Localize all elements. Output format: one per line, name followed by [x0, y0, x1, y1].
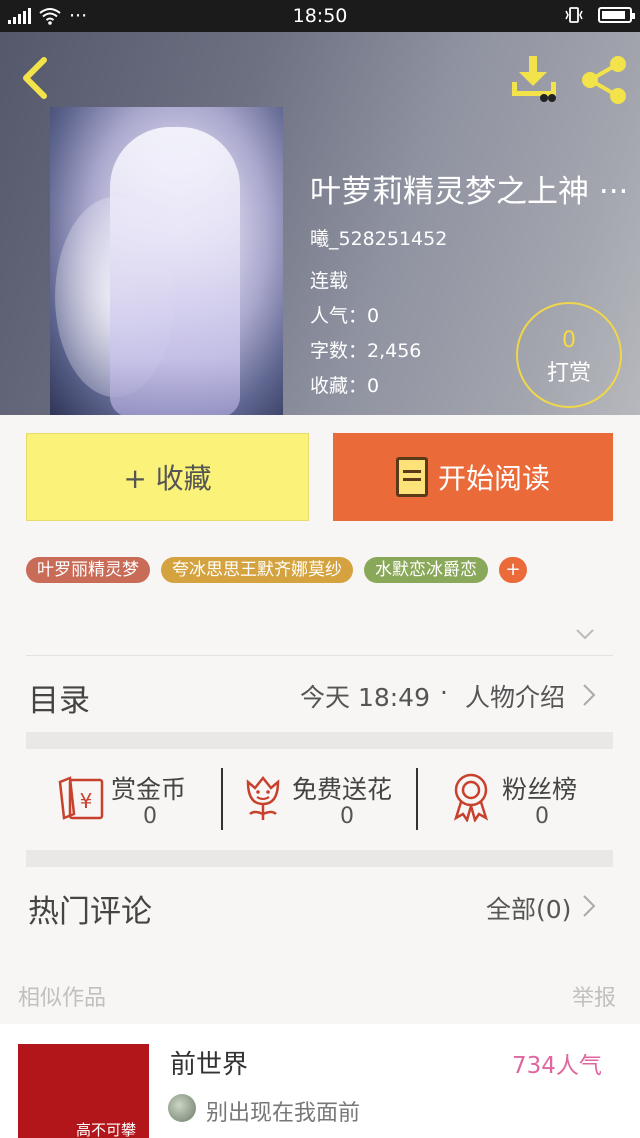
- stat-value: 0: [143, 804, 157, 829]
- recommendation-item[interactable]: 高不可攀 前世界 734人气 别出现在我面前: [0, 1024, 640, 1138]
- reward-count: 0: [562, 328, 576, 353]
- reward-button[interactable]: 0 打赏: [516, 302, 622, 408]
- back-icon[interactable]: [16, 54, 56, 102]
- vibrate-icon: [565, 7, 583, 23]
- share-icon[interactable]: [580, 54, 630, 106]
- divider: [26, 655, 613, 656]
- report-link[interactable]: 举报: [572, 980, 616, 1012]
- reward-label: 打赏: [546, 361, 591, 386]
- avatar: [168, 1094, 196, 1122]
- add-favorite-button[interactable]: + 收藏: [26, 433, 309, 521]
- chevron-down-icon[interactable]: [575, 627, 595, 641]
- stat-value: 0: [535, 804, 549, 829]
- stat-label: 粉丝榜: [502, 775, 578, 804]
- section-band: [26, 850, 613, 867]
- clock: 18:50: [292, 5, 348, 27]
- divider: [221, 768, 223, 830]
- all-comments-label: 全部(0): [486, 895, 572, 924]
- book-popularity: 人气：0: [310, 305, 380, 327]
- flower-icon: [246, 775, 280, 820]
- toc-title: 目录: [28, 683, 90, 719]
- chevron-right-icon: [583, 684, 596, 706]
- stat-label: 免费送花: [292, 775, 393, 804]
- recommendation-popularity: 734人气: [512, 1053, 602, 1079]
- hot-comments-title: 热门评论: [28, 894, 152, 930]
- book-header: 叶萝莉精灵梦之上神 ··· 曦_528251452 连载 人气：0 字数：2,4…: [0, 32, 640, 415]
- recommendation-description: 别出现在我面前: [206, 1101, 361, 1126]
- book-cover: [50, 107, 283, 415]
- book-favorites: 收藏：0: [310, 375, 380, 397]
- medal-icon: [453, 773, 489, 822]
- tag-item[interactable]: 叶罗丽精灵梦: [26, 557, 150, 583]
- battery-icon: [598, 7, 635, 23]
- book-title: 叶萝莉精灵梦之上神 ···: [310, 174, 629, 210]
- recommendation-title: 前世界: [170, 1050, 249, 1080]
- similar-works-title: 相似作品: [18, 986, 107, 1011]
- red-envelope-icon: ¥: [58, 776, 104, 820]
- tag-item[interactable]: 水默恋冰爵恋: [364, 557, 488, 583]
- download-icon[interactable]: [508, 54, 560, 106]
- book-status: 连载: [310, 270, 349, 292]
- divider: [416, 768, 418, 830]
- toc-separator: ·: [440, 678, 448, 707]
- recommendation-cover-text: 高不可攀: [76, 1121, 137, 1138]
- add-tag-button[interactable]: +: [499, 557, 527, 583]
- status-bar: ··· 18:50: [0, 0, 640, 32]
- start-reading-button[interactable]: 开始阅读: [333, 433, 613, 521]
- book-author[interactable]: 曦_528251452: [310, 224, 447, 251]
- stat-label: 赏金币: [111, 775, 187, 804]
- toc-updated-time: 今天 18:49: [300, 683, 430, 712]
- svg-text:¥: ¥: [80, 789, 93, 813]
- stat-value: 0: [340, 804, 354, 829]
- recommendation-cover: 高不可攀: [18, 1044, 149, 1138]
- section-band: [26, 732, 613, 749]
- character-intro-link[interactable]: 人物介绍: [465, 678, 565, 714]
- book-word-count: 字数：2,456: [310, 340, 422, 362]
- start-reading-label: 开始阅读: [437, 462, 550, 495]
- chevron-right-icon: [583, 895, 596, 917]
- tag-item[interactable]: 夸冰思思王默齐娜莫纱: [161, 557, 353, 583]
- book-icon: [395, 457, 428, 497]
- tag-list: 叶罗丽精灵梦 夸冰思思王默齐娜莫纱 水默恋冰爵恋 +: [26, 557, 527, 583]
